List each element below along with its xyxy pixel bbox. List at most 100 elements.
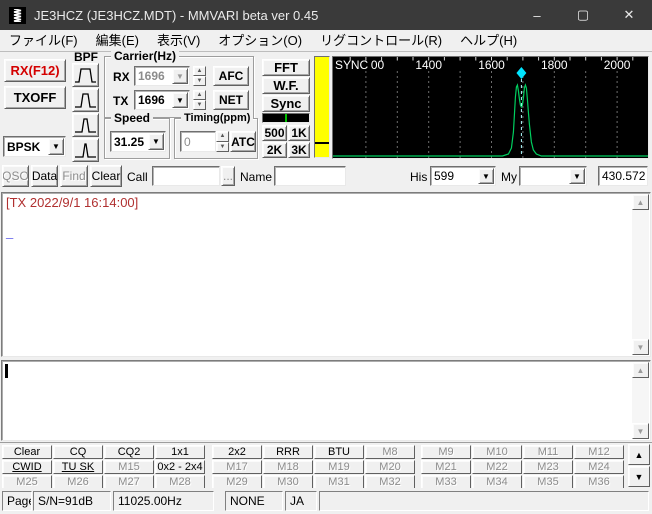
fft-button[interactable]: FFT: [262, 59, 310, 76]
menu-edit[interactable]: 編集(E): [87, 30, 148, 51]
scroll-up-icon[interactable]: ▲: [632, 194, 649, 210]
chevron-down-icon[interactable]: ▼: [172, 92, 188, 108]
scroll-down-icon[interactable]: ▼: [632, 339, 649, 355]
macro-button[interactable]: M9: [421, 445, 471, 459]
macro-button[interactable]: M25: [2, 475, 52, 489]
macro-button[interactable]: M15: [104, 460, 154, 474]
menu-view[interactable]: 表示(V): [148, 30, 209, 51]
macro-button[interactable]: M33: [421, 475, 471, 489]
clear-button[interactable]: Clear: [90, 165, 122, 187]
spin-down-icon: ▼: [193, 76, 206, 86]
macro-button[interactable]: M31: [314, 475, 364, 489]
tx-scrollbar[interactable]: ▲ ▼: [632, 362, 649, 439]
macro-button[interactable]: M17: [212, 460, 262, 474]
menu-help[interactable]: ヘルプ(H): [451, 30, 526, 51]
call-input[interactable]: [152, 166, 220, 186]
rx-button[interactable]: RX(F12): [4, 59, 66, 82]
his-rst-value: 599: [434, 169, 455, 183]
rx-carrier-stepper: ▲ ▼: [193, 66, 206, 86]
menu-options[interactable]: オプション(O): [209, 30, 311, 51]
span-1k-button[interactable]: 1K: [288, 125, 310, 141]
chevron-down-icon[interactable]: ▼: [478, 168, 494, 184]
macro-button[interactable]: M30: [263, 475, 313, 489]
data-button[interactable]: Data: [31, 165, 58, 187]
frequency-field[interactable]: 430.572: [598, 166, 648, 186]
afc-button[interactable]: AFC: [213, 66, 249, 86]
menu-rig-control[interactable]: リグコントロール(R): [311, 30, 451, 51]
minimize-button[interactable]: –: [514, 0, 560, 30]
macro-button[interactable]: M35: [523, 475, 573, 489]
bpf-narrow-button[interactable]: [72, 113, 99, 137]
tx-text-area[interactable]: ▲ ▼: [1, 360, 651, 441]
rx-scrollbar[interactable]: ▲ ▼: [632, 194, 649, 355]
txoff-button[interactable]: TXOFF: [4, 86, 66, 109]
my-rst-select[interactable]: ▼: [519, 166, 587, 186]
tx-carrier-select[interactable]: 1696 ▼: [134, 90, 190, 110]
mode-value: BPSK: [7, 139, 41, 154]
carrier-marker-diamond[interactable]: [516, 67, 527, 79]
macro-button[interactable]: M12: [574, 445, 624, 459]
bpf-medium-button[interactable]: [72, 88, 99, 112]
macro-button[interactable]: M27: [104, 475, 154, 489]
macro-button[interactable]: 0x2 - 2x4: [155, 460, 205, 474]
titlebar: JE3HCZ (JE3HCZ.MDT) - MMVARI beta ver 0.…: [0, 0, 652, 30]
rx-cursor: _: [6, 225, 14, 240]
spectrum-trace: [333, 83, 648, 157]
macro-button[interactable]: 1x1: [155, 445, 205, 459]
spin-down-icon[interactable]: ▼: [193, 100, 206, 110]
bpf-wide-button[interactable]: [72, 63, 99, 87]
waterfall-button[interactable]: W.F.: [262, 77, 310, 94]
macro-button[interactable]: M32: [365, 475, 415, 489]
sync-button[interactable]: Sync: [262, 95, 310, 112]
spectrum-display[interactable]: SYNC 00 1400 1600 1800 2000: [332, 56, 649, 159]
macro-button[interactable]: RRR: [263, 445, 313, 459]
span-3k-button[interactable]: 3K: [288, 142, 310, 158]
macro-button[interactable]: M23: [523, 460, 573, 474]
macro-button[interactable]: Clear: [2, 445, 52, 459]
macro-button[interactable]: M26: [53, 475, 103, 489]
macro-button[interactable]: M10: [472, 445, 522, 459]
macro-button[interactable]: M11: [523, 445, 573, 459]
macro-button[interactable]: BTU: [314, 445, 364, 459]
scroll-down-icon[interactable]: ▼: [632, 423, 649, 439]
macro-button[interactable]: CQ2: [104, 445, 154, 459]
macro-button[interactable]: M20: [365, 460, 415, 474]
chevron-down-icon[interactable]: ▼: [569, 168, 585, 184]
atc-button[interactable]: ATC: [230, 131, 256, 152]
his-rst-select[interactable]: 599 ▼: [430, 166, 496, 186]
macro-button[interactable]: M29: [212, 475, 262, 489]
macro-button[interactable]: M34: [472, 475, 522, 489]
bpf-very-narrow-button[interactable]: [72, 138, 99, 162]
tx-carrier-stepper[interactable]: ▲ ▼: [193, 90, 206, 110]
speed-select[interactable]: 31.25 ▼: [110, 131, 166, 152]
macro-button[interactable]: M21: [421, 460, 471, 474]
chevron-down-icon[interactable]: ▼: [48, 138, 64, 155]
rx-text-area[interactable]: [TX 2022/9/1 16:14:00] _ ▲ ▼: [1, 192, 651, 357]
macro-page-down-icon[interactable]: ▼: [628, 466, 650, 487]
macro-button[interactable]: M19: [314, 460, 364, 474]
macro-button[interactable]: CWID: [2, 460, 52, 474]
macro-button[interactable]: M24: [574, 460, 624, 474]
menu-file[interactable]: ファイル(F): [0, 30, 87, 51]
macro-button[interactable]: 2x2: [212, 445, 262, 459]
name-input[interactable]: [274, 166, 346, 186]
maximize-button[interactable]: ▢: [560, 0, 606, 30]
span-2k-button[interactable]: 2K: [262, 142, 287, 158]
macro-button[interactable]: M22: [472, 460, 522, 474]
macro-button[interactable]: TU SK: [53, 460, 103, 474]
chevron-down-icon[interactable]: ▼: [148, 133, 164, 150]
scroll-up-icon[interactable]: ▲: [632, 362, 649, 378]
macro-button[interactable]: M28: [155, 475, 205, 489]
spin-up-icon: ▲: [216, 131, 229, 142]
macro-button[interactable]: M18: [263, 460, 313, 474]
mode-select[interactable]: BPSK ▼: [3, 136, 66, 157]
macro-button[interactable]: CQ: [53, 445, 103, 459]
close-button[interactable]: ✕: [606, 0, 652, 30]
macro-button[interactable]: M8: [365, 445, 415, 459]
macro-panel: Clear CQ CQ2 1x1 2x2 RRR BTU M8 M9 M10 M11 M12 CWID T…: [0, 442, 652, 489]
span-500-button[interactable]: 500: [262, 125, 287, 141]
macro-page-up-icon[interactable]: ▲: [628, 444, 650, 465]
net-button[interactable]: NET: [213, 90, 249, 110]
macro-button[interactable]: M36: [574, 475, 624, 489]
spin-up-icon[interactable]: ▲: [193, 90, 206, 100]
